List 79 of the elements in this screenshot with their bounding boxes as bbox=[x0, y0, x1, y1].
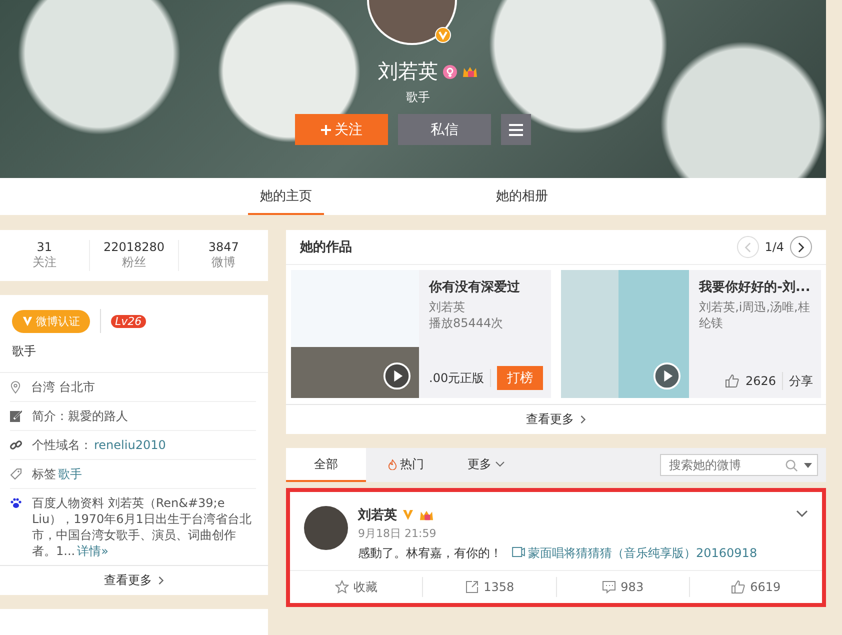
stat-value: 31 bbox=[36, 240, 52, 254]
chevron-right-icon bbox=[580, 415, 586, 424]
post-time[interactable]: 9月18日 21:59 bbox=[358, 526, 758, 541]
post-action[interactable]: 983 bbox=[556, 577, 689, 597]
menu-icon bbox=[509, 124, 523, 136]
stat-label: 微博 bbox=[212, 254, 236, 271]
profile-detail: 个性域名： reneliu2010 bbox=[32, 437, 166, 453]
menu-button[interactable] bbox=[501, 114, 531, 145]
play-icon[interactable] bbox=[383, 362, 411, 390]
song-artist: 刘若英,i周迅,汤唯,桂纶镁 bbox=[699, 299, 811, 331]
post-text: 感動了。林宥嘉，有你的！ 蒙面唱将猜猜猜（音乐纯享版）20160918 bbox=[358, 545, 758, 562]
verified-icon bbox=[22, 316, 33, 326]
work-card[interactable]: 你有没有深爱过 刘若英 播放85444次 .00元正版 打榜 bbox=[291, 270, 552, 398]
share-arrow-icon bbox=[464, 580, 479, 594]
feed-tab[interactable]: 热门 bbox=[366, 448, 446, 482]
level-badge: Lv26 bbox=[111, 314, 146, 328]
message-button[interactable]: 私信 bbox=[398, 114, 491, 145]
post-action[interactable]: 收藏 bbox=[290, 577, 422, 597]
flame-icon bbox=[388, 458, 397, 470]
view-more-link[interactable]: 查看更多 bbox=[286, 404, 826, 434]
plus-icon bbox=[320, 124, 330, 134]
share-button[interactable]: 分享 bbox=[789, 372, 813, 390]
profile-title: 歌手 bbox=[406, 89, 430, 106]
like-count: 2626 bbox=[745, 374, 776, 388]
video-link[interactable]: 蒙面唱将猜猜猜（音乐纯享版）20160918 bbox=[512, 546, 758, 560]
post-action[interactable]: 6619 bbox=[688, 577, 822, 597]
dropdown-icon[interactable] bbox=[804, 463, 812, 468]
crown-icon bbox=[419, 508, 434, 522]
comment-icon bbox=[602, 580, 616, 594]
song-artist: 刘若英 bbox=[429, 299, 466, 315]
section-title: 她的作品 bbox=[300, 239, 352, 256]
edit-icon bbox=[10, 410, 22, 422]
video-icon bbox=[512, 547, 525, 557]
song-title: 你有没有深爱过 bbox=[429, 279, 521, 296]
search-field[interactable]: 搜索她的微博 bbox=[660, 454, 818, 476]
detail-link[interactable]: reneliu2010 bbox=[94, 438, 166, 452]
detail-link[interactable]: 详情» bbox=[77, 544, 108, 558]
verified-description: 歌手 bbox=[0, 339, 268, 373]
stat-label: 关注 bbox=[32, 254, 56, 271]
work-card[interactable]: 我要你好好的-刘... 刘若英,i周迅,汤唯,桂纶镁 2626 分享 bbox=[561, 270, 821, 398]
paw-icon bbox=[10, 497, 22, 509]
female-icon bbox=[443, 64, 457, 78]
chevron-left-icon bbox=[744, 242, 752, 252]
stat-value: 22018280 bbox=[103, 240, 165, 254]
profile-tab[interactable]: 她的主页 bbox=[248, 178, 324, 215]
tag-icon bbox=[10, 468, 22, 480]
play-count: 播放85444次 bbox=[429, 315, 504, 331]
thumbs-up-icon bbox=[731, 580, 746, 594]
chevron-right-icon bbox=[158, 576, 164, 585]
next-button[interactable] bbox=[790, 236, 812, 258]
song-title: 我要你好好的-刘... bbox=[699, 278, 812, 296]
verified-icon bbox=[402, 509, 414, 521]
verified-icon bbox=[435, 27, 451, 43]
chevron-down-icon bbox=[494, 461, 504, 467]
post-action[interactable]: 1358 bbox=[422, 577, 556, 597]
detail-link[interactable]: 歌手 bbox=[58, 467, 82, 481]
stat-label: 粉丝 bbox=[122, 254, 146, 271]
author-name[interactable]: 刘若英 bbox=[358, 506, 397, 524]
chevron-down-icon[interactable] bbox=[796, 510, 808, 517]
thumbs-up-icon[interactable] bbox=[725, 374, 740, 388]
star-icon bbox=[334, 580, 349, 594]
view-more-link[interactable]: 查看更多 bbox=[0, 565, 268, 595]
page-indicator: 1/4 bbox=[764, 240, 784, 254]
price-text: .00元正版 bbox=[429, 370, 484, 386]
chevron-right-icon bbox=[798, 242, 804, 252]
feed-tab[interactable]: 全部 bbox=[286, 448, 366, 482]
stat-value: 3847 bbox=[208, 240, 239, 254]
profile-detail: 标签 歌手 bbox=[32, 466, 82, 482]
avatar[interactable] bbox=[304, 506, 348, 550]
profile-detail: 简介：親愛的路人 bbox=[32, 408, 128, 424]
profile-detail: 台湾 台北市 bbox=[31, 379, 95, 395]
feed-tab[interactable]: 更多 bbox=[446, 448, 526, 482]
link-icon bbox=[10, 439, 22, 451]
crown-icon bbox=[462, 64, 478, 78]
profile-detail: 百度人物资料 刘若英（Ren&#39;e Liu），1970年6月1日出生于台湾省台北市，中国台湾女歌手、演员、词曲创作者。1... 详情» bbox=[32, 495, 252, 559]
profile-tab[interactable]: 她的相册 bbox=[484, 178, 560, 215]
profile-name: 刘若英 bbox=[378, 58, 438, 85]
play-icon[interactable] bbox=[653, 362, 682, 390]
location-pin-icon bbox=[10, 381, 21, 394]
